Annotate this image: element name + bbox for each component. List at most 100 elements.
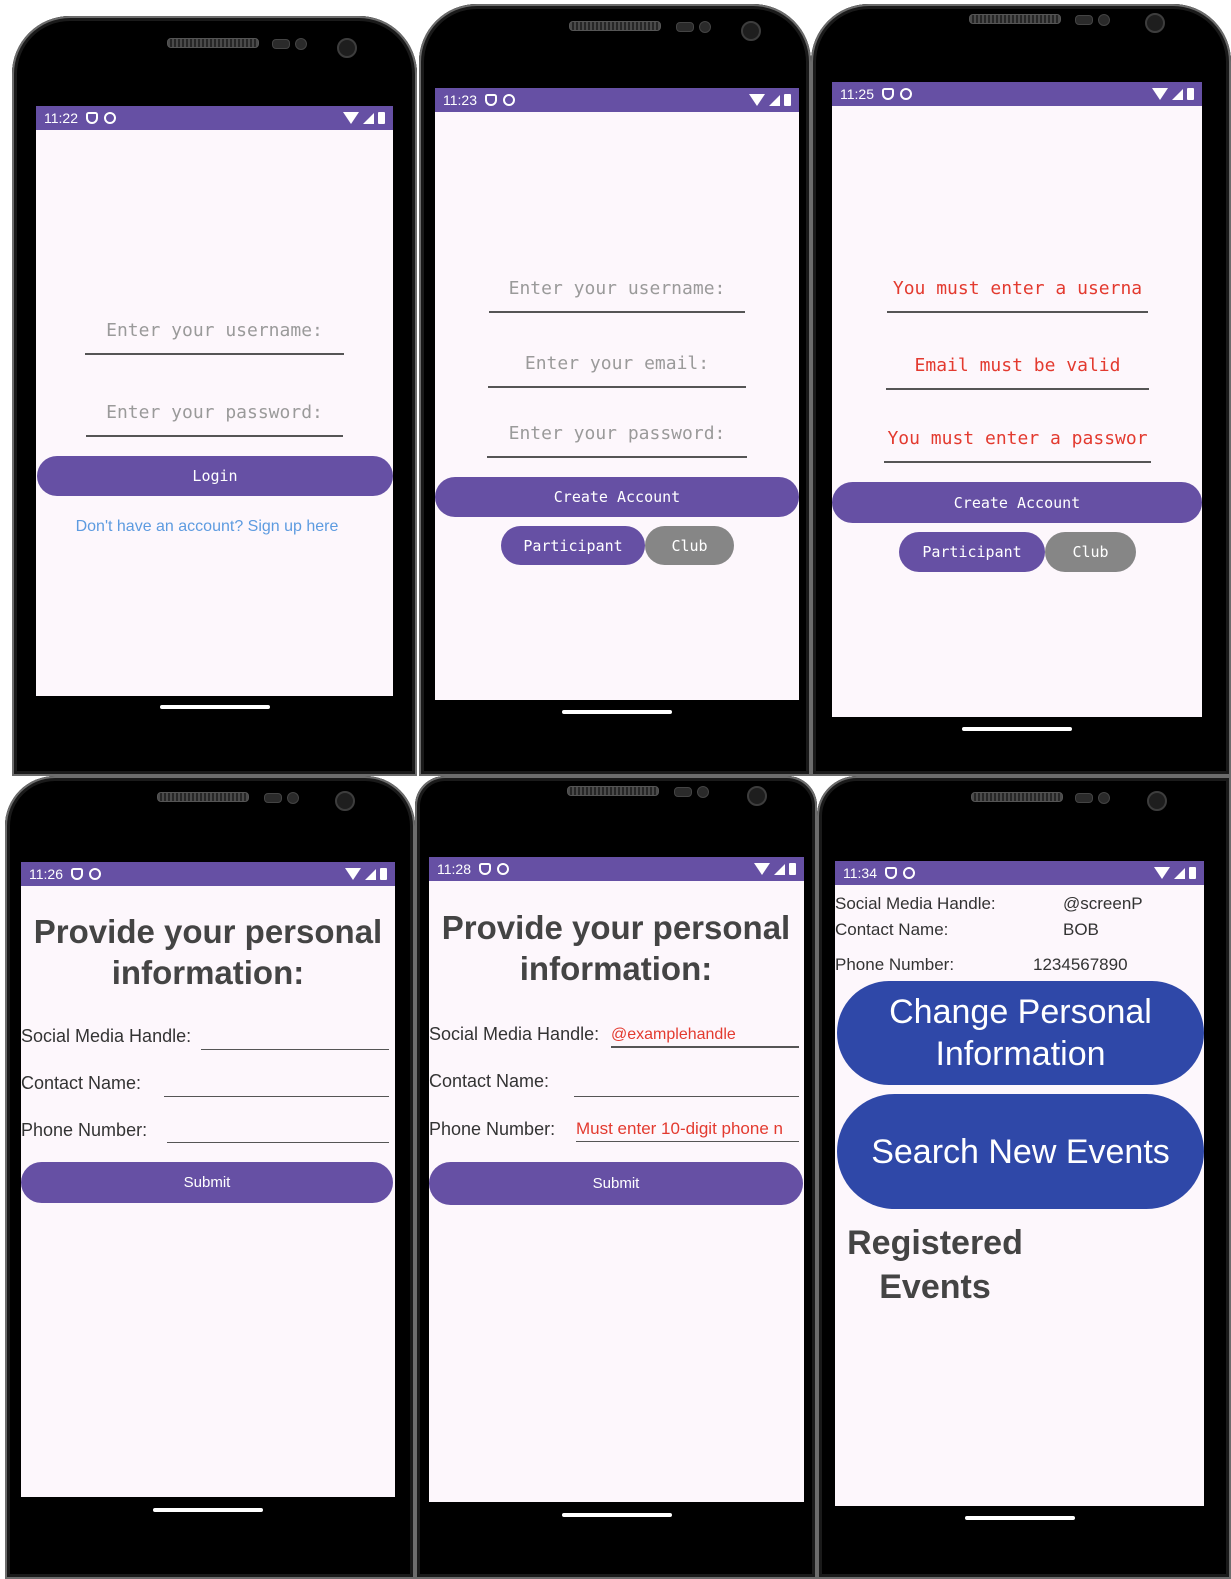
- password-input[interactable]: You must enter a passwor: [884, 428, 1151, 463]
- participant-toggle[interactable]: Participant: [501, 526, 645, 565]
- nav-bar: [435, 700, 799, 724]
- screen-personal-info-errors: 11:28 Provide your personal information:…: [429, 857, 804, 1531]
- wifi-icon: [343, 112, 359, 124]
- club-toggle[interactable]: Club: [1045, 532, 1136, 572]
- nav-bar: [429, 1502, 804, 1531]
- email-input[interactable]: Enter your email:: [488, 353, 746, 388]
- username-input[interactable]: Enter your username:: [85, 320, 344, 355]
- screen-signup-errors: 11:25 You must enter a userna Email must…: [832, 82, 1202, 743]
- notification-icon: [104, 112, 116, 124]
- page-title: Provide your personal information:: [33, 913, 383, 991]
- submit-button[interactable]: Submit: [21, 1162, 393, 1203]
- phone-frame-profile: 11:34 Social Media Handle: @screenP Cont…: [817, 776, 1231, 1579]
- social-media-value: @screenP: [1063, 894, 1143, 913]
- submit-button[interactable]: Submit: [429, 1162, 803, 1205]
- home-indicator[interactable]: [561, 1513, 672, 1517]
- shield-icon: [71, 868, 83, 880]
- create-account-button[interactable]: Create Account: [832, 482, 1202, 523]
- contact-name-input[interactable]: [164, 1096, 389, 1097]
- sensor: [272, 39, 290, 49]
- shield-icon: [882, 88, 894, 100]
- participant-toggle[interactable]: Participant: [899, 532, 1045, 572]
- social-media-label: Social Media Handle:: [429, 1024, 600, 1044]
- signal-icon: [769, 94, 780, 106]
- signal-icon: [365, 868, 376, 880]
- phone-number-label: Phone Number:: [21, 1120, 148, 1140]
- sensor: [676, 22, 694, 32]
- phone-number-value: 1234567890: [1033, 955, 1128, 974]
- contact-name-input[interactable]: [574, 1096, 799, 1097]
- speaker-grille: [157, 792, 249, 802]
- page-title: Provide your personal information:: [441, 909, 791, 987]
- front-camera: [741, 21, 761, 41]
- wifi-icon: [749, 94, 765, 106]
- front-camera: [747, 786, 767, 806]
- phone-frame-personal-info-errors: 11:28 Provide your personal information:…: [415, 776, 817, 1579]
- sensor: [697, 786, 709, 798]
- contact-name-label: Contact Name:: [835, 920, 949, 939]
- shield-icon: [479, 863, 491, 875]
- phone-frame-signup-errors: 11:25 You must enter a userna Email must…: [811, 4, 1231, 776]
- social-media-input[interactable]: [201, 1049, 389, 1050]
- email-input[interactable]: Email must be valid: [886, 355, 1149, 390]
- home-indicator[interactable]: [159, 705, 270, 709]
- club-toggle[interactable]: Club: [645, 526, 734, 565]
- signal-icon: [1172, 88, 1183, 100]
- signal-icon: [363, 112, 374, 124]
- shield-icon: [885, 867, 897, 879]
- front-camera: [335, 791, 355, 811]
- username-input[interactable]: Enter your username:: [489, 278, 745, 313]
- front-camera: [1145, 13, 1165, 33]
- speaker-grille: [969, 14, 1061, 24]
- search-events-button[interactable]: Search New Events: [837, 1094, 1204, 1209]
- home-indicator[interactable]: [153, 1508, 263, 1512]
- screen-signup: 11:23 Enter your username: Enter your em…: [435, 88, 799, 724]
- front-camera: [337, 38, 357, 58]
- sensor: [1098, 14, 1110, 26]
- nav-bar: [832, 717, 1202, 743]
- screen-personal-info: 11:26 Provide your personal information:…: [21, 862, 395, 1526]
- status-time: 11:23: [443, 92, 477, 108]
- sensor: [264, 793, 282, 803]
- social-media-input[interactable]: @examplehandle: [611, 1026, 799, 1048]
- speaker-grille: [971, 792, 1063, 802]
- phone-number-input[interactable]: Must enter 10-digit phone n: [576, 1119, 799, 1142]
- home-indicator[interactable]: [962, 727, 1072, 731]
- speaker-grille: [567, 786, 659, 796]
- sensor: [674, 787, 692, 797]
- signup-link[interactable]: Don't have an account? Sign up here: [36, 518, 378, 536]
- notification-icon: [497, 863, 509, 875]
- home-indicator[interactable]: [562, 710, 672, 714]
- battery-icon: [1189, 867, 1196, 879]
- wifi-icon: [1152, 88, 1168, 100]
- notification-icon: [503, 94, 515, 106]
- social-media-label: Social Media Handle:: [21, 1026, 192, 1046]
- change-personal-info-button[interactable]: Change Personal Information: [837, 981, 1204, 1085]
- social-media-label: Social Media Handle:: [835, 894, 996, 913]
- screen-profile: 11:34 Social Media Handle: @screenP Cont…: [835, 861, 1204, 1531]
- password-input[interactable]: Enter your password:: [86, 402, 343, 437]
- battery-icon: [789, 863, 796, 875]
- create-account-button[interactable]: Create Account: [435, 477, 799, 517]
- signal-icon: [1174, 867, 1185, 879]
- phone-number-label: Phone Number:: [429, 1119, 556, 1139]
- notification-icon: [903, 867, 915, 879]
- phone-frame-signup: 11:23 Enter your username: Enter your em…: [419, 4, 811, 776]
- battery-icon: [784, 94, 791, 106]
- home-indicator[interactable]: [964, 1516, 1075, 1520]
- password-input[interactable]: Enter your password:: [487, 423, 747, 458]
- status-time: 11:34: [843, 865, 877, 881]
- username-input[interactable]: You must enter a userna: [887, 278, 1148, 313]
- shield-icon: [86, 112, 98, 124]
- shield-icon: [485, 94, 497, 106]
- speaker-grille: [167, 38, 259, 48]
- contact-name-label: Contact Name:: [21, 1073, 142, 1093]
- speaker-grille: [569, 21, 661, 31]
- status-bar: 11:25: [832, 82, 1202, 106]
- phone-number-input[interactable]: [167, 1142, 389, 1143]
- status-time: 11:22: [44, 110, 78, 126]
- login-button[interactable]: Login: [37, 456, 393, 496]
- nav-bar: [835, 1506, 1204, 1531]
- battery-icon: [378, 112, 385, 124]
- sensor: [287, 792, 299, 804]
